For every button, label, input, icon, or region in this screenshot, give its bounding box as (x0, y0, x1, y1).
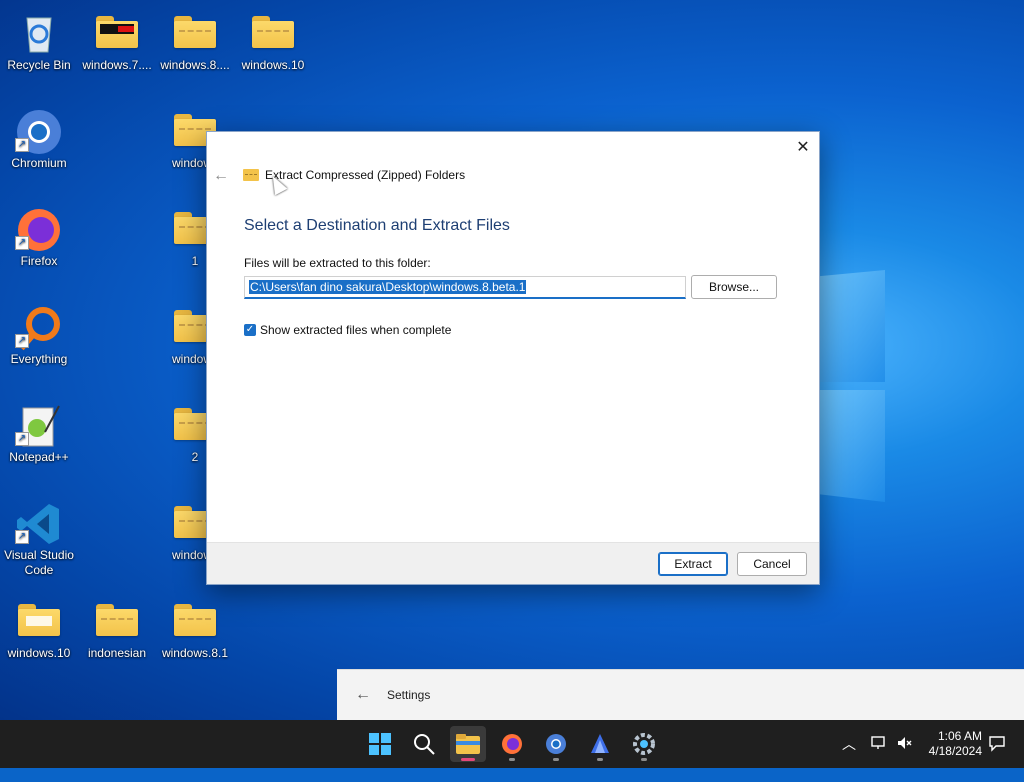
app-icon[interactable] (582, 726, 618, 762)
desktop-icon-label: Visual Studio Code (4, 548, 74, 577)
show-files-option[interactable]: ✓ Show extracted files when complete (244, 323, 451, 337)
desktop-icon[interactable]: windows.7.... (78, 4, 156, 73)
shortcut-arrow-icon: ↗ (15, 138, 29, 152)
everything-icon: ↗ (15, 304, 63, 351)
chromium-icon[interactable] (538, 726, 574, 762)
back-arrow-icon[interactable]: ← (213, 167, 229, 185)
extract-dialog: ✕ ← Extract Compressed (Zipped) Folders … (206, 131, 820, 585)
extract-button[interactable]: Extract (658, 552, 728, 576)
folder-icon (15, 598, 63, 642)
taskbar: ︿ 1:06 AM 4/18/2024 (0, 720, 1024, 768)
chromium-icon: ↗ (15, 108, 63, 154)
desktop-icon-label: Recycle Bin (7, 58, 71, 72)
desktop-icon-label: Chromium (11, 156, 67, 170)
zip-folder-icon (93, 598, 141, 642)
back-arrow-icon[interactable]: ← (355, 686, 371, 704)
desktop: Recycle Bin windows.7.... windows.8.... win… (0, 0, 1024, 720)
destination-label: Files will be extracted to this folder: (244, 256, 431, 270)
firefox-icon[interactable] (494, 726, 530, 762)
dialog-footer: Extract Cancel (207, 542, 819, 584)
desktop-icon[interactable]: windows.10 (0, 592, 78, 661)
desktop-icon-label: Firefox (20, 254, 58, 268)
network-icon[interactable] (870, 734, 888, 782)
browse-button[interactable]: Browse... (691, 275, 777, 299)
destination-path-input[interactable]: C:\Users\fan dino sakura\Desktop\windows… (244, 276, 686, 299)
clock-date: 4/18/2024 (928, 744, 982, 758)
chevron-up-icon[interactable]: ︿ (842, 734, 856, 782)
cancel-button[interactable]: Cancel (737, 552, 807, 576)
destination-path-text: C:\Users\fan dino sakura\Desktop\windows… (249, 280, 527, 294)
clock-time: 1:06 AM (937, 729, 982, 743)
speaker-muted-icon[interactable] (896, 734, 914, 782)
close-icon[interactable]: ✕ (793, 138, 813, 158)
file-explorer-icon[interactable] (450, 726, 486, 762)
zip-folder-icon (243, 169, 259, 181)
desktop-icon-label: indonesian (87, 646, 147, 660)
desktop-icon[interactable]: ↗ Visual Studio Code (0, 494, 78, 578)
desktop-icon-label: Notepad++ (9, 450, 69, 464)
shortcut-arrow-icon: ↗ (15, 432, 29, 446)
desktop-icon[interactable]: ↗ Notepad++ (0, 396, 78, 465)
zip-folder-icon (249, 10, 297, 54)
desktop-icon-label: windows.10 (241, 58, 305, 72)
clock[interactable]: 1:06 AM 4/18/2024 (929, 729, 982, 759)
desktop-icon[interactable]: indonesian (78, 592, 156, 661)
vscode-icon: ↗ (15, 500, 63, 544)
desktop-icon[interactable]: windows.8.1 (156, 592, 234, 661)
desktop-icon-label: Everything (10, 352, 68, 366)
desktop-icon-label: windows.7.... (82, 58, 152, 72)
recycle-bin-icon (15, 10, 63, 54)
zip-folder-icon (171, 10, 219, 54)
show-files-checkbox[interactable]: ✓ (244, 324, 256, 336)
folder-icon (93, 10, 141, 54)
desktop-icon[interactable]: ↗ Chromium (0, 102, 78, 171)
desktop-icon[interactable]: ↗ Firefox (0, 200, 78, 269)
settings-window[interactable]: ← Settings (337, 669, 1024, 720)
desktop-icon-label: windows.8.1 (161, 646, 229, 660)
settings-title: Settings (387, 688, 431, 702)
shortcut-arrow-icon: ↗ (15, 236, 29, 250)
desktop-icon[interactable]: ↗ Everything (0, 298, 78, 367)
desktop-icon[interactable]: Recycle Bin (0, 4, 78, 73)
windows-start-icon[interactable] (362, 726, 398, 762)
dialog-heading: Select a Destination and Extract Files (244, 217, 510, 234)
dialog-title-text: Extract Compressed (Zipped) Folders (265, 168, 466, 182)
shortcut-arrow-icon: ↗ (15, 334, 29, 348)
zip-folder-icon (171, 598, 219, 642)
desktop-icon[interactable]: windows.10 (234, 4, 312, 73)
shortcut-arrow-icon: ↗ (15, 530, 29, 544)
desktop-icon-label: windows.10 (7, 646, 71, 660)
desktop-icon-label: windows.8.... (160, 58, 230, 72)
firefox-icon: ↗ (15, 206, 63, 251)
search-icon[interactable] (406, 726, 442, 762)
notification-icon[interactable] (988, 734, 1006, 782)
notepadpp-icon: ↗ (15, 402, 63, 447)
show-files-label: Show extracted files when complete (260, 323, 452, 337)
settings-gear-icon[interactable] (626, 726, 662, 762)
desktop-icon[interactable]: windows.8.... (156, 4, 234, 73)
